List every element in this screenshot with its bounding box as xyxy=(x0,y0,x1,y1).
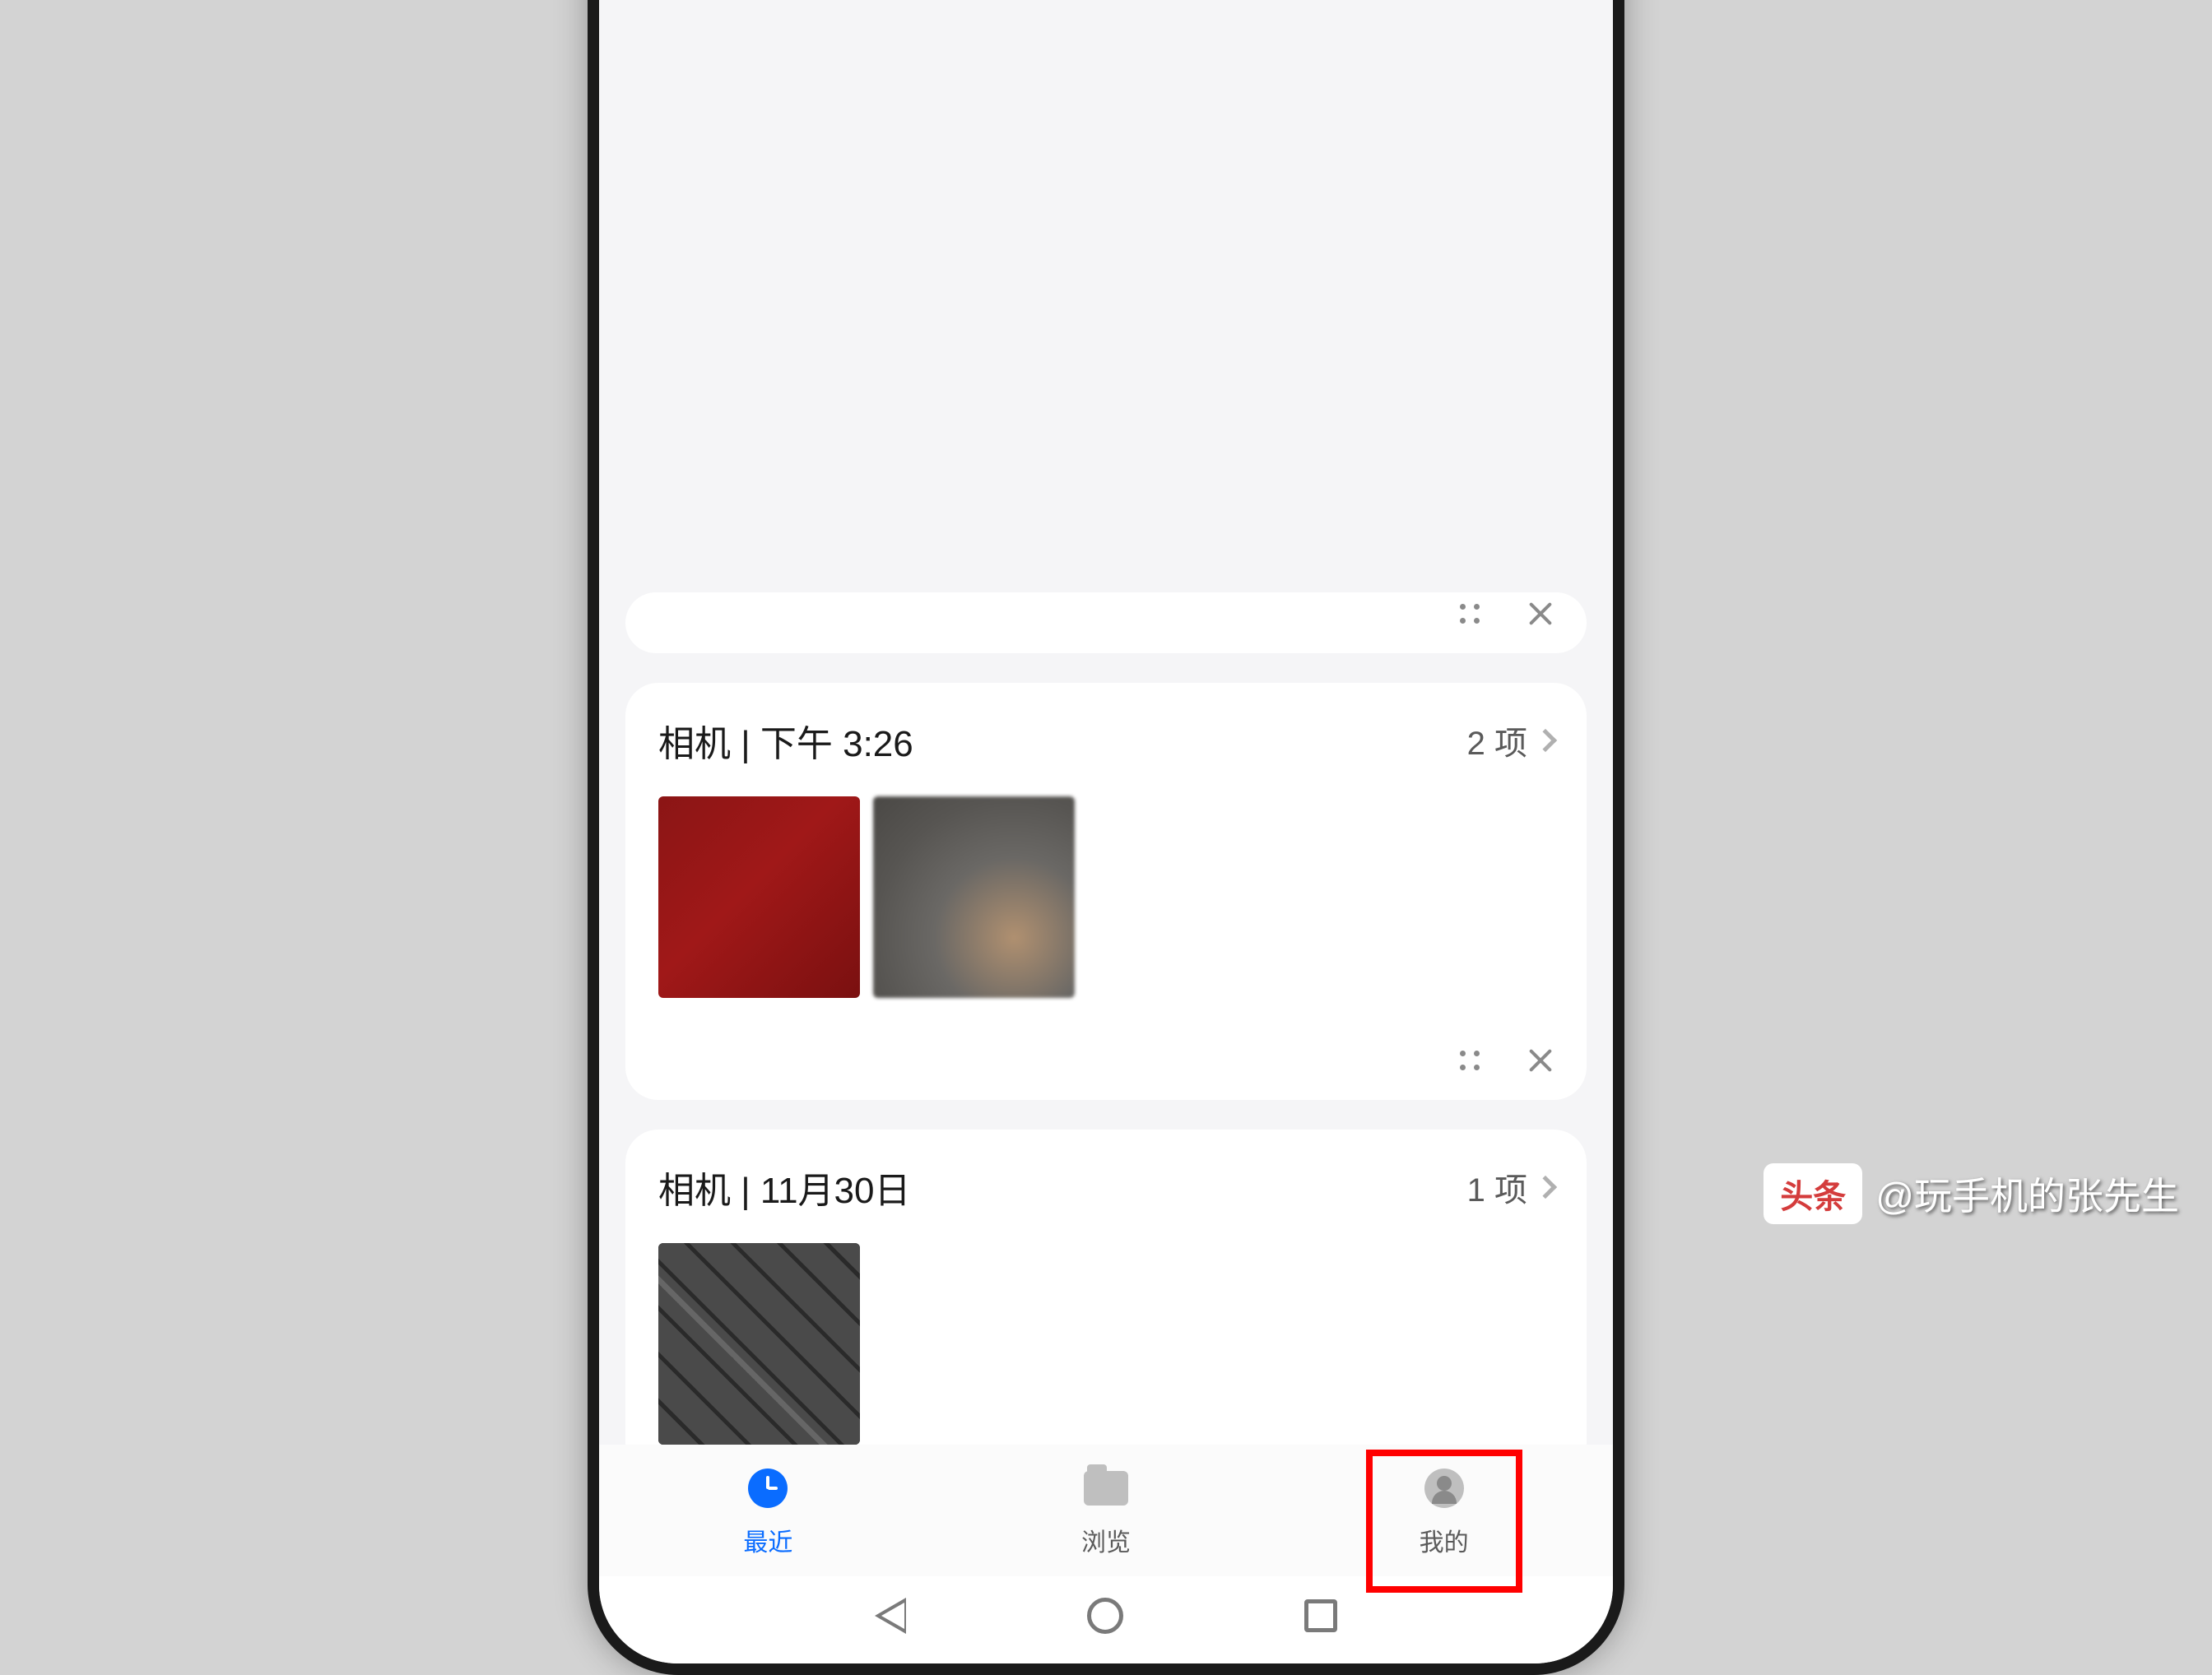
close-icon[interactable] xyxy=(1527,601,1554,627)
card-count-wrap[interactable]: 1 项 xyxy=(1467,1163,1554,1211)
nav-home-icon[interactable] xyxy=(1087,1598,1123,1634)
close-icon[interactable] xyxy=(1527,1047,1554,1074)
card-camera-afternoon[interactable]: 相机 | 下午 3:26 2 项 xyxy=(625,683,1587,1100)
clock-icon xyxy=(746,1466,790,1510)
watermark-badge: 头条 xyxy=(1764,1163,1862,1224)
more-dots-icon[interactable] xyxy=(1458,1049,1481,1072)
thumbnail-row xyxy=(658,796,1554,998)
phone-screen: 相机 | 下午 3:26 2 项 xyxy=(599,0,1613,1663)
thumbnail-image[interactable] xyxy=(873,796,1075,998)
card-count-wrap[interactable]: 2 项 xyxy=(1467,717,1554,764)
card-partial-top xyxy=(625,592,1587,653)
card-count: 1 项 xyxy=(1467,1163,1527,1211)
phone-frame: 相机 | 下午 3:26 2 项 xyxy=(588,0,1624,1675)
card-actions xyxy=(658,592,1554,627)
tab-label: 浏览 xyxy=(1081,1522,1131,1558)
thumbnail-image[interactable] xyxy=(658,796,860,998)
chevron-right-icon xyxy=(1534,729,1557,752)
card-actions xyxy=(658,1047,1554,1074)
watermark: 头条 @玩手机的张先生 xyxy=(1764,1163,2179,1224)
tab-label: 我的 xyxy=(1420,1522,1469,1558)
nav-back-icon[interactable] xyxy=(875,1598,906,1634)
card-title: 相机 | 11月30日 xyxy=(658,1161,911,1213)
bottom-tab-bar: 最近 浏览 我的 xyxy=(599,1445,1613,1576)
card-title: 相机 | 下午 3:26 xyxy=(658,714,913,767)
card-camera-nov30[interactable]: 相机 | 11月30日 1 项 xyxy=(625,1130,1587,1445)
thumbnail-image[interactable] xyxy=(658,1243,860,1445)
thumbnail-row xyxy=(658,1243,1554,1445)
chevron-right-icon xyxy=(1534,1176,1557,1199)
system-nav-bar xyxy=(599,1576,1613,1663)
tab-browse[interactable]: 浏览 xyxy=(937,1455,1276,1570)
tab-mine[interactable]: 我的 xyxy=(1275,1455,1613,1570)
nav-recent-icon[interactable] xyxy=(1304,1599,1337,1632)
card-count: 2 项 xyxy=(1467,717,1527,764)
watermark-handle: @玩手机的张先生 xyxy=(1875,1167,2179,1221)
tab-label: 最近 xyxy=(743,1522,792,1558)
folder-icon xyxy=(1084,1466,1128,1510)
more-dots-icon[interactable] xyxy=(1458,602,1481,625)
content-area: 相机 | 下午 3:26 2 项 xyxy=(599,0,1613,1445)
card-header: 相机 | 11月30日 1 项 xyxy=(658,1161,1554,1213)
tab-recent[interactable]: 最近 xyxy=(599,1455,937,1570)
card-header: 相机 | 下午 3:26 2 项 xyxy=(658,714,1554,767)
person-icon xyxy=(1422,1466,1466,1510)
